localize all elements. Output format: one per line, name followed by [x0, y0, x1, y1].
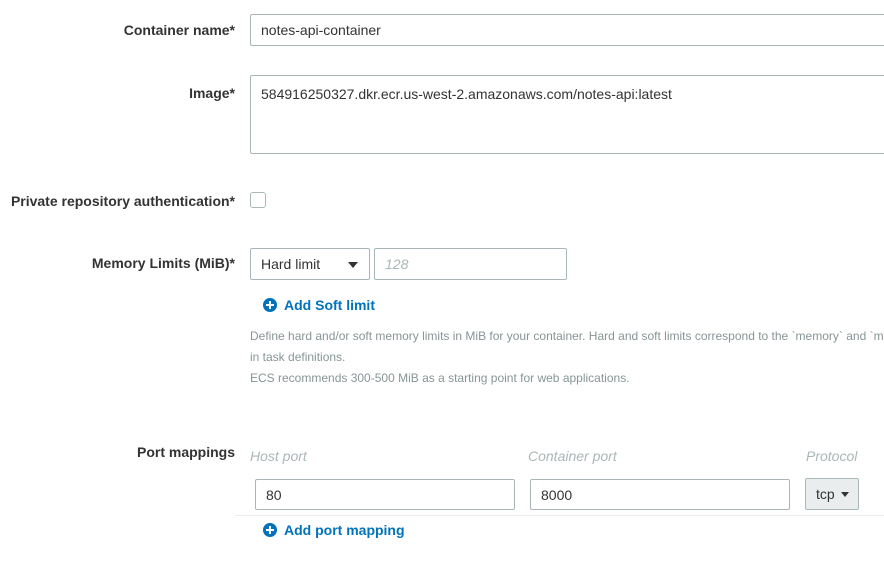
container-name-input[interactable]: [250, 14, 884, 46]
host-port-input[interactable]: [255, 479, 515, 510]
container-port-input[interactable]: [530, 479, 790, 510]
memory-help-line-2: in task definitions.: [250, 350, 346, 364]
add-soft-limit-link[interactable]: Add Soft limit: [263, 297, 375, 313]
protocol-value: tcp: [816, 486, 835, 502]
memory-help-line-1: Define hard and/or soft memory limits in…: [250, 329, 884, 343]
protocol-header: Protocol: [806, 448, 858, 464]
add-port-mapping-label: Add port mapping: [284, 522, 405, 538]
caret-down-icon: [348, 262, 358, 268]
memory-help-line-3: ECS recommends 300-500 MiB as a starting…: [250, 371, 630, 385]
plus-circle-icon: [263, 523, 277, 537]
protocol-select[interactable]: tcp: [805, 478, 859, 510]
memory-limit-input[interactable]: [374, 248, 567, 280]
plus-circle-icon: [263, 298, 277, 312]
container-port-header: Container port: [528, 448, 617, 464]
limit-type-select[interactable]: Hard limit: [250, 248, 370, 280]
memory-limits-label: Memory Limits (MiB)*: [91, 255, 235, 271]
port-mapping-divider: [235, 515, 884, 516]
caret-down-icon: [841, 492, 849, 497]
private-repo-auth-label: Private repository authentication*: [10, 193, 235, 209]
image-input[interactable]: 584916250327.dkr.ecr.us-west-2.amazonaws…: [250, 75, 884, 154]
container-name-label: Container name*: [123, 22, 235, 38]
add-port-mapping-link[interactable]: Add port mapping: [263, 522, 405, 538]
limit-type-value: Hard limit: [261, 256, 321, 272]
private-repo-auth-checkbox[interactable]: [250, 192, 266, 208]
host-port-header: Host port: [250, 448, 307, 464]
port-mappings-label: Port mappings: [136, 444, 235, 460]
image-label: Image*: [189, 85, 235, 101]
add-soft-limit-label: Add Soft limit: [284, 297, 375, 313]
